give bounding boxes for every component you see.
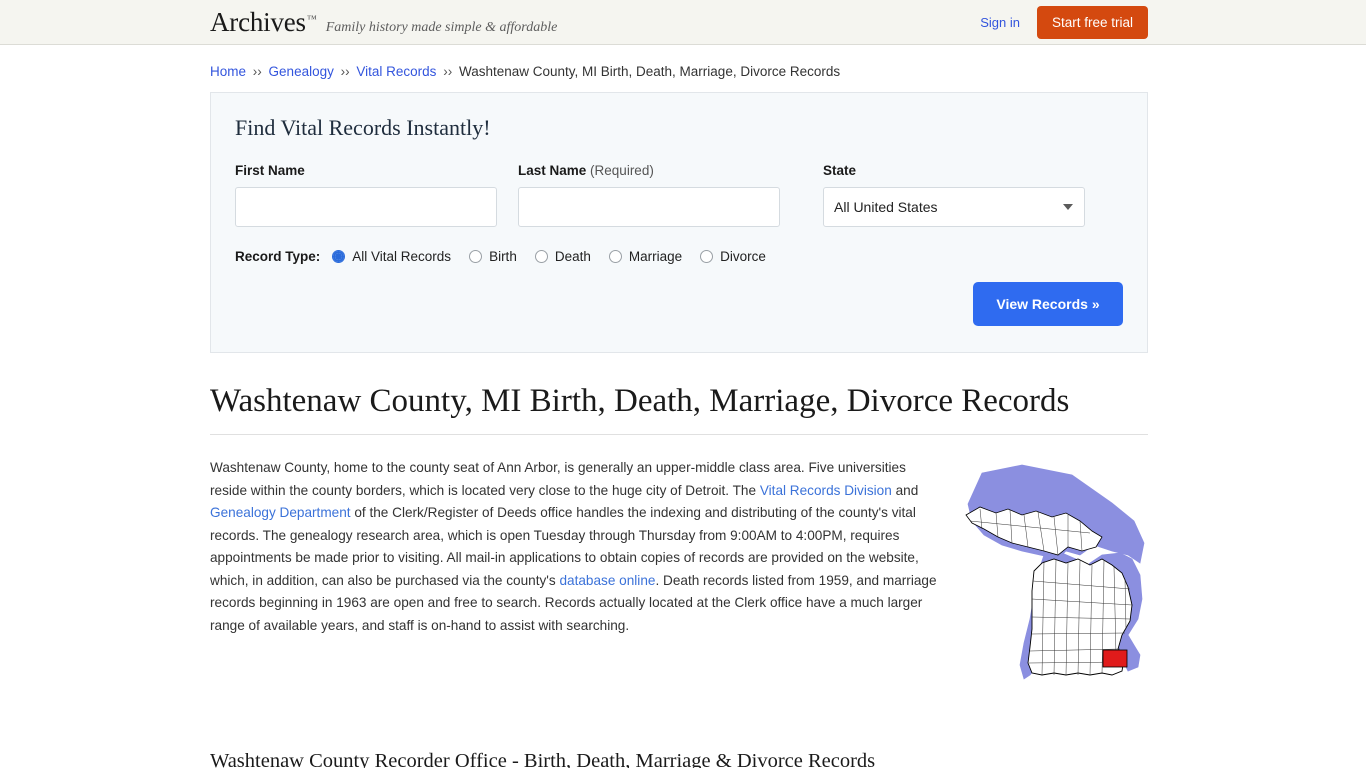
brand-tagline: Family history made simple & affordable	[325, 20, 558, 35]
breadcrumb-item-vital-records[interactable]: Vital Records	[356, 64, 436, 79]
recorder-office-section-title: Washtenaw County Recorder Office - Birth…	[210, 750, 876, 768]
radio-marriage[interactable]: Marriage	[608, 249, 683, 264]
first-name-label: First Name	[235, 163, 305, 178]
breadcrumb-item-current: Washtenaw County, MI Birth, Death, Marri…	[458, 64, 841, 79]
breadcrumb-separator: ››	[340, 64, 350, 79]
state-select-wrap: All United States	[823, 187, 1085, 227]
page-title: Washtenaw County, MI Birth, Death, Marri…	[210, 383, 1148, 435]
brand-name: Archives	[210, 7, 306, 37]
view-records-button[interactable]: View Records »	[973, 282, 1123, 326]
radio-icon-death[interactable]	[534, 250, 548, 263]
database-online-link[interactable]: database online	[559, 573, 655, 588]
description-text-column: Washtenaw County, home to the county sea…	[210, 457, 940, 704]
vital-records-search-panel: Find Vital Records Instantly! First Name…	[210, 92, 1148, 353]
state-map-column	[962, 457, 1148, 704]
search-panel-title: Find Vital Records Instantly!	[235, 115, 491, 140]
start-free-trial-button[interactable]: Start free trial	[1036, 6, 1148, 39]
radio-label-divorce: Divorce	[720, 249, 766, 264]
breadcrumb-item-home[interactable]: Home	[210, 64, 246, 79]
submit-row: View Records »	[235, 282, 1123, 326]
radio-death[interactable]: Death	[534, 249, 591, 264]
breadcrumb: Home ›› Genealogy ›› Vital Records ›› Wa…	[210, 45, 1148, 92]
genealogy-department-link[interactable]: Genealogy Department	[210, 505, 351, 520]
header-actions: Sign in Start free trial	[980, 0, 1148, 45]
washtenaw-county-highlight	[1102, 649, 1128, 668]
breadcrumb-separator: ››	[443, 64, 453, 79]
record-type-label: Record Type:	[235, 249, 321, 264]
radio-birth[interactable]: Birth	[469, 249, 517, 264]
michigan-county-map-icon	[965, 464, 1145, 680]
radio-divorce[interactable]: Divorce	[700, 249, 766, 264]
county-description-paragraph: Washtenaw County, home to the county sea…	[210, 457, 940, 637]
first-name-field-group: First Name	[235, 163, 497, 227]
breadcrumb-item-genealogy[interactable]: Genealogy	[269, 64, 334, 79]
brand-logo[interactable]: Archives ™ Family history made simple & …	[210, 7, 557, 38]
radio-icon-all-vital-records[interactable]	[332, 250, 346, 263]
state-select[interactable]: All United States	[823, 187, 1085, 227]
radio-label-marriage: Marriage	[628, 249, 683, 264]
radio-icon-marriage[interactable]	[608, 250, 622, 263]
radio-label-birth: Birth	[489, 249, 517, 264]
page-body: Home ›› Genealogy ›› Vital Records ›› Wa…	[0, 45, 1366, 768]
radio-icon-birth[interactable]	[469, 250, 483, 263]
radio-icon-divorce[interactable]	[700, 250, 714, 263]
search-fields-row: First Name Last Name (Required) State Al…	[235, 163, 1123, 227]
last-name-label: Last Name (Required)	[518, 163, 780, 178]
first-name-input[interactable]	[235, 187, 497, 227]
last-name-input[interactable]	[518, 187, 780, 227]
last-name-label-text: Last Name	[518, 163, 587, 178]
last-name-required-note: (Required)	[590, 163, 654, 178]
trademark-icon: ™	[306, 14, 317, 25]
paragraph-part-2: and	[891, 482, 919, 498]
state-label: State	[823, 163, 857, 178]
state-field-group: State All United States	[823, 163, 1085, 227]
vital-records-division-link[interactable]: Vital Records Division	[760, 483, 892, 498]
record-type-row: Record Type: All Vital Records Birth Dea…	[235, 249, 1123, 264]
radio-label-all-vital-records: All Vital Records	[352, 249, 452, 264]
radio-all-vital-records[interactable]: All Vital Records	[332, 249, 451, 264]
last-name-field-group: Last Name (Required)	[518, 163, 780, 227]
breadcrumb-separator: ››	[252, 64, 262, 79]
site-header: Archives ™ Family history made simple & …	[0, 0, 1366, 45]
radio-label-death: Death	[554, 249, 591, 264]
content-area: Washtenaw County, home to the county sea…	[210, 457, 1148, 704]
sign-in-link[interactable]: Sign in	[980, 15, 1020, 30]
